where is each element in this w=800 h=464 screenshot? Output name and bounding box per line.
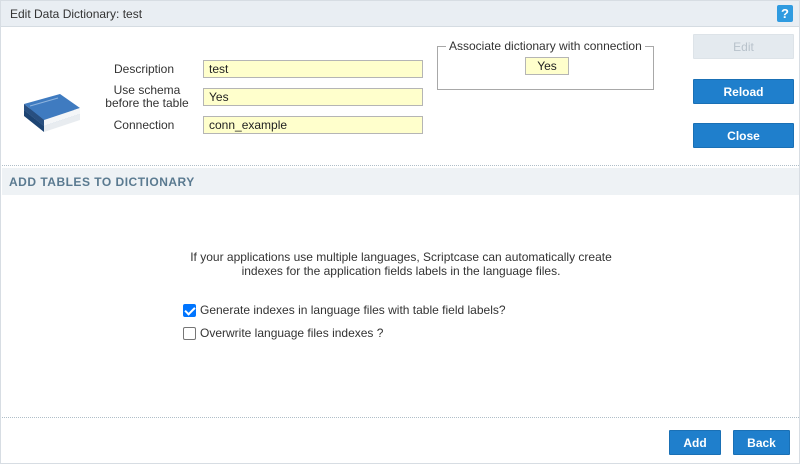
edit-button[interactable]: Edit [693, 34, 794, 59]
edit-dictionary-window: Edit Data Dictionary: test ? Description… [0, 0, 800, 464]
connection-label: Connection [113, 118, 175, 132]
associate-connection-legend: Associate dictionary with connection [446, 39, 645, 53]
overwrite-indexes-option[interactable]: Overwrite language files indexes ? [183, 326, 383, 340]
description-field[interactable]: test [203, 60, 423, 78]
reload-button[interactable]: Reload [693, 79, 794, 104]
window-title: Edit Data Dictionary: test [10, 7, 143, 21]
schema-field[interactable]: Yes [203, 88, 423, 106]
section-header: ADD TABLES TO DICTIONARY [2, 168, 799, 195]
title-bar: Edit Data Dictionary: test ? [1, 1, 799, 27]
book-icon [24, 94, 80, 132]
info-line-2: indexes for the application fields label… [241, 264, 561, 278]
schema-label-line2: before the table [105, 96, 189, 110]
section-title: ADD TABLES TO DICTIONARY [9, 175, 195, 189]
connection-field[interactable]: conn_example [203, 116, 423, 134]
overwrite-indexes-checkbox[interactable] [183, 326, 196, 340]
generate-indexes-checkbox[interactable] [183, 303, 196, 317]
generate-indexes-option[interactable]: Generate indexes in language files with … [183, 303, 506, 317]
schema-label: Use schema before the table [100, 84, 194, 110]
info-line-1: If your applications use multiple langua… [190, 250, 612, 264]
generate-indexes-label: Generate indexes in language files with … [200, 303, 506, 317]
help-button[interactable]: ? [777, 5, 793, 22]
overwrite-indexes-label: Overwrite language files indexes ? [200, 326, 384, 340]
back-button[interactable]: Back [733, 430, 790, 455]
language-info-text: If your applications use multiple langua… [151, 250, 651, 278]
close-button[interactable]: Close [693, 123, 794, 148]
associate-connection-value[interactable]: Yes [525, 57, 569, 75]
associate-connection-group: Associate dictionary with connection Yes [437, 39, 654, 90]
add-button[interactable]: Add [669, 430, 721, 455]
dictionary-details: Description test Use schema before the t… [2, 28, 799, 166]
footer-divider [2, 417, 799, 418]
description-label: Description [113, 62, 175, 76]
